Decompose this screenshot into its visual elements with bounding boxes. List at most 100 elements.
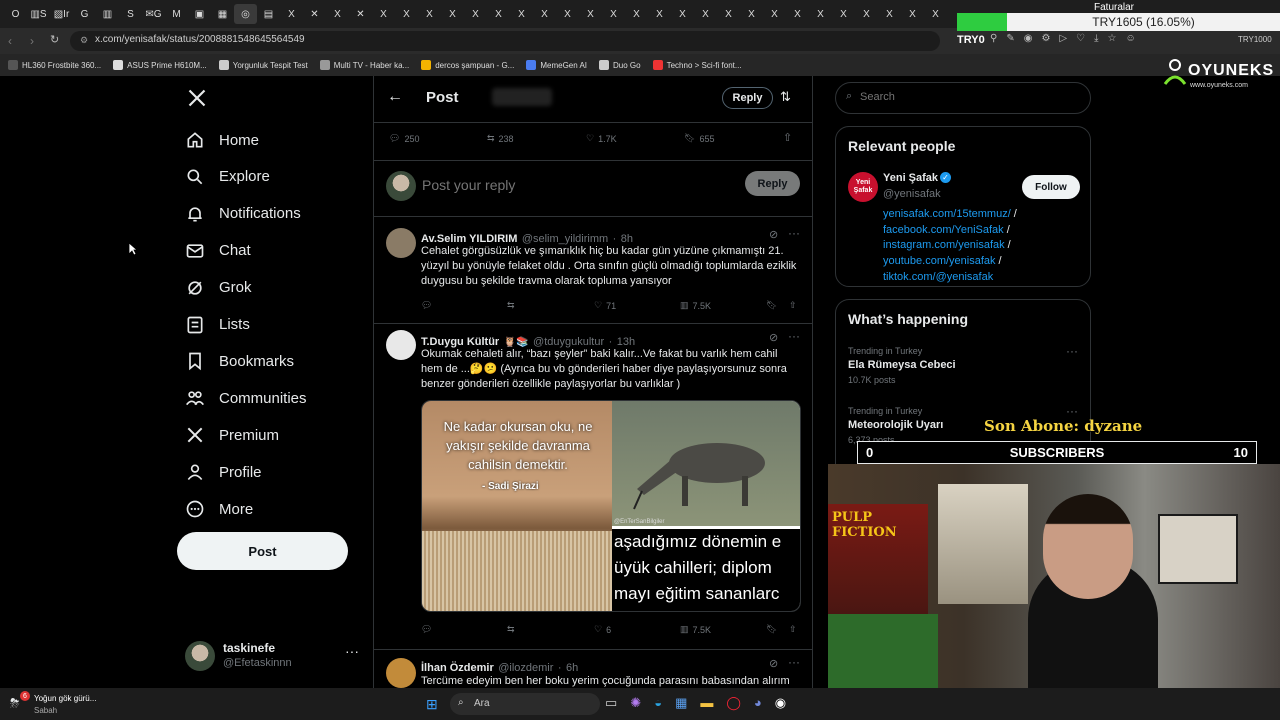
- account-more-icon[interactable]: ···: [345, 643, 359, 659]
- browser-tab[interactable]: X: [671, 4, 694, 24]
- post-button[interactable]: Post: [177, 532, 348, 570]
- search-box[interactable]: ⌕: [835, 82, 1091, 114]
- sidebar-item-more[interactable]: More: [185, 491, 253, 527]
- reload-icon[interactable]: ↻: [50, 33, 59, 46]
- task-view-icon[interactable]: ▭: [605, 695, 617, 711]
- browser-tab[interactable]: X: [740, 4, 763, 24]
- windows-start-icon[interactable]: ⊞: [426, 696, 438, 713]
- bookmark-item[interactable]: Techno > Sci-fi font...: [652, 60, 742, 70]
- browser-tab[interactable]: ▧Ir: [50, 4, 73, 24]
- obs-icon[interactable]: ◉: [775, 695, 786, 711]
- reply-2-likes[interactable]: ♡ 6: [594, 624, 611, 635]
- reply-1-likes[interactable]: ♡ 71: [594, 300, 616, 311]
- browser-tab[interactable]: X: [487, 4, 510, 24]
- grok-icon[interactable]: ⊘: [769, 228, 778, 241]
- profile-link[interactable]: yenisafak.com/15temmuz/: [883, 208, 1011, 220]
- bookmark-item[interactable]: Duo Go: [599, 60, 641, 70]
- browser-tab[interactable]: X: [579, 4, 602, 24]
- reply-1-avatar[interactable]: [386, 228, 416, 258]
- edit-icon[interactable]: ✎: [1006, 33, 1014, 44]
- explorer-icon[interactable]: ▬: [700, 695, 713, 711]
- browser-tab[interactable]: X: [901, 4, 924, 24]
- browser-tab[interactable]: ▣: [188, 4, 211, 24]
- sidebar-item-premium[interactable]: Premium: [185, 417, 279, 453]
- reply-1-comment-icon[interactable]: 💬︎: [421, 300, 432, 311]
- browser-tab[interactable]: X: [648, 4, 671, 24]
- sidebar-item-communities[interactable]: Communities: [185, 380, 307, 416]
- bookmark-item[interactable]: Yorgunluk Tespit Test: [218, 60, 308, 70]
- back-arrow-icon[interactable]: ←: [387, 88, 403, 106]
- forward-icon[interactable]: ›: [30, 34, 34, 48]
- profile-link[interactable]: youtube.com/yenisafak: [883, 255, 996, 267]
- reply-1-bookmark-icon[interactable]: 🔖︎: [766, 300, 777, 311]
- browser-tab[interactable]: X: [878, 4, 901, 24]
- browser-tab[interactable]: O: [4, 4, 27, 24]
- sidebar-item-grok[interactable]: Grok: [185, 270, 252, 306]
- reply-2-comment-icon[interactable]: 💬︎: [421, 624, 432, 635]
- sidebar-item-lists[interactable]: Lists: [185, 307, 250, 343]
- browser-tab[interactable]: X: [717, 4, 740, 24]
- bookmark-item[interactable]: MemeGen AI: [526, 60, 587, 70]
- sidebar-item-bookmarks[interactable]: Bookmarks: [185, 343, 294, 379]
- key-icon[interactable]: ⚲: [990, 33, 997, 44]
- browser-tab[interactable]: X: [441, 4, 464, 24]
- store-icon[interactable]: ▦: [675, 695, 687, 711]
- settings-icon[interactable]: ⚙: [1041, 33, 1050, 44]
- browser-tab[interactable]: X: [625, 4, 648, 24]
- copilot-icon[interactable]: ✺: [630, 695, 641, 711]
- edge-icon[interactable]: ◒: [654, 695, 662, 711]
- browser-tab[interactable]: S: [119, 4, 142, 24]
- reply-2-image[interactable]: Ne kadar okursan oku, ne yakışır şekilde…: [421, 400, 801, 612]
- profile-link[interactable]: facebook.com/YeniSafak: [883, 224, 1004, 236]
- account-switcher[interactable]: taskinefe @Efetaskinnn ···: [185, 639, 365, 673]
- reply-1-views[interactable]: ▥ 7.5K: [680, 300, 711, 311]
- browser-tab[interactable]: X: [924, 4, 947, 24]
- trend-item[interactable]: Trending in Turkey Ela Rümeysa Cebeci 10.7…: [836, 340, 1090, 396]
- stat-replies[interactable]: 💬︎ 250: [389, 133, 419, 144]
- star-icon[interactable]: ☆: [1108, 33, 1117, 44]
- reply-2-more-icon[interactable]: ···: [788, 329, 800, 343]
- browser-tab[interactable]: M: [165, 4, 188, 24]
- browser-tab[interactable]: ▥: [96, 4, 119, 24]
- sidebar-item-chat[interactable]: Chat: [185, 233, 251, 269]
- browser-tab[interactable]: X: [832, 4, 855, 24]
- browser-tab[interactable]: X: [326, 4, 349, 24]
- sidebar-item-notifications[interactable]: Notifications: [185, 196, 301, 232]
- browser-tab[interactable]: X: [280, 4, 303, 24]
- x-logo-icon[interactable]: [187, 88, 207, 108]
- reply-tweet-3[interactable]: İlhan Özdemir @ilozdemir · 6h ⊘ ··· Terc…: [374, 650, 812, 688]
- reply-input[interactable]: [422, 175, 672, 195]
- trend-more-icon[interactable]: ···: [1066, 344, 1078, 358]
- bookmark-item[interactable]: dercos şampuan - G...: [421, 60, 514, 70]
- browser-tab[interactable]: X: [786, 4, 809, 24]
- browser-tab[interactable]: X: [464, 4, 487, 24]
- sidebar-item-profile[interactable]: Profile: [185, 454, 262, 490]
- bookmark-item[interactable]: ASUS Prime H610M...: [113, 60, 207, 70]
- browser-tab[interactable]: X: [510, 4, 533, 24]
- reply-1-more-icon[interactable]: ···: [788, 226, 800, 240]
- camera-icon[interactable]: ◉: [1024, 33, 1033, 44]
- browser-tab[interactable]: ✉G: [142, 4, 165, 24]
- reply-1-repost-icon[interactable]: ⇆: [507, 300, 515, 311]
- site-info-icon[interactable]: ⚙: [80, 35, 88, 46]
- browser-tab[interactable]: ▦: [211, 4, 234, 24]
- browser-tab[interactable]: X: [809, 4, 832, 24]
- browser-tab[interactable]: X: [855, 4, 878, 24]
- stat-bookmarks[interactable]: 🔖︎ 655: [684, 133, 714, 144]
- reply-2-grok-icon[interactable]: ⊘: [769, 331, 778, 344]
- reply-2-share-icon[interactable]: ⇧: [789, 624, 797, 635]
- browser-tab[interactable]: X: [372, 4, 395, 24]
- reply-3-grok-icon[interactable]: ⊘: [769, 657, 778, 670]
- heart-icon[interactable]: ♡: [1076, 33, 1085, 44]
- reply-2-bookmark-icon[interactable]: 🔖︎: [766, 624, 777, 635]
- reply-3-more-icon[interactable]: ···: [788, 655, 800, 669]
- reply-tweet-1[interactable]: Av.Selim YILDIRIM @selim_yildirimm · 8h …: [374, 217, 812, 322]
- browser-tab[interactable]: X: [418, 4, 441, 24]
- reply-3-avatar[interactable]: [386, 658, 416, 688]
- reply-1-share-icon[interactable]: ⇧: [789, 300, 797, 311]
- person-name[interactable]: Yeni Şafak: [883, 172, 938, 184]
- back-icon[interactable]: ‹: [8, 34, 12, 48]
- browser-tab[interactable]: X: [602, 4, 625, 24]
- profile-link[interactable]: instagram.com/yenisafak: [883, 239, 1005, 251]
- follow-button[interactable]: Follow: [1022, 175, 1080, 199]
